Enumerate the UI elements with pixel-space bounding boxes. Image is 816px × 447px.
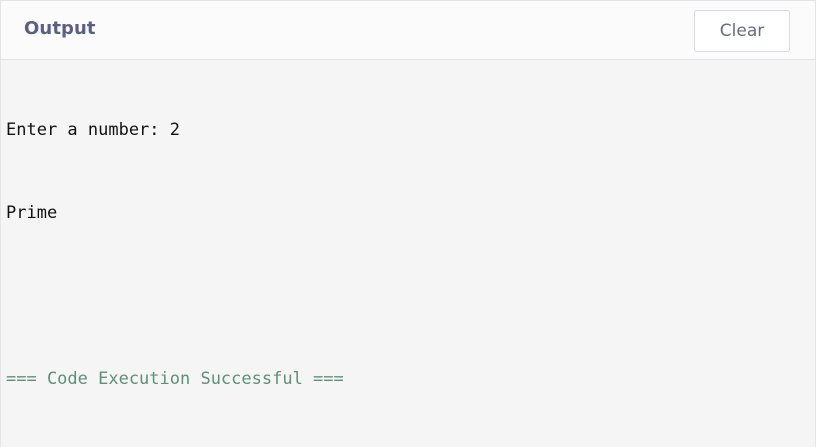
output-title: Output bbox=[24, 18, 96, 39]
console-line-result: Prime bbox=[6, 202, 58, 223]
clear-button[interactable]: Clear bbox=[694, 10, 790, 52]
output-header: Output Clear bbox=[1, 1, 815, 60]
console-line-input-prompt: Enter a number: 2 bbox=[6, 120, 180, 141]
console-output: Enter a number: 2 Prime === Code Executi… bbox=[6, 62, 815, 447]
console-line-success: === Code Execution Successful === bbox=[6, 368, 344, 389]
console-line-blank bbox=[6, 283, 815, 311]
output-panel: Output Clear Enter a number: 2 Prime ===… bbox=[0, 0, 816, 447]
